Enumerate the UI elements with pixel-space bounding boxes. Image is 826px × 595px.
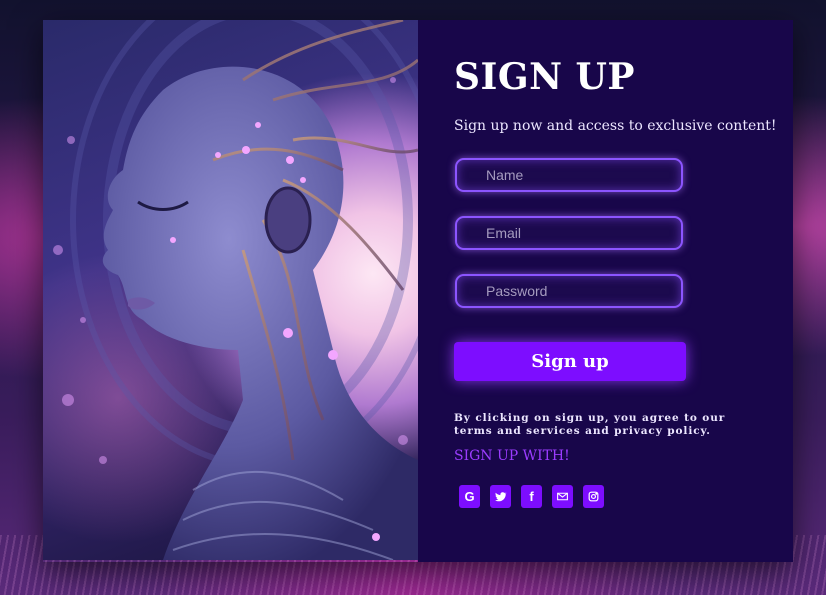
terms-text: By clicking on sign up, you agree to our… (454, 412, 726, 437)
facebook-icon[interactable]: f (521, 485, 542, 508)
ai-woman-illustration (53, 20, 418, 560)
email-input[interactable] (455, 216, 683, 250)
page-subtitle: Sign up now and access to exclusive cont… (454, 118, 777, 134)
hero-image (43, 20, 418, 560)
signup-card: SIGN UP Sign up now and access to exclus… (43, 20, 793, 562)
google-icon[interactable]: G (459, 485, 480, 508)
envelope-icon[interactable] (552, 485, 573, 508)
sign-up-button[interactable]: Sign up (454, 342, 686, 381)
signup-form-panel: SIGN UP Sign up now and access to exclus… (418, 20, 793, 562)
social-heading: SIGN UP WITH! (454, 448, 570, 464)
twitter-icon[interactable] (490, 485, 511, 508)
password-input[interactable] (455, 274, 683, 308)
name-input[interactable] (455, 158, 683, 192)
instagram-icon[interactable] (583, 485, 604, 508)
page-title: SIGN UP (454, 56, 635, 98)
social-buttons: G f (459, 485, 604, 508)
